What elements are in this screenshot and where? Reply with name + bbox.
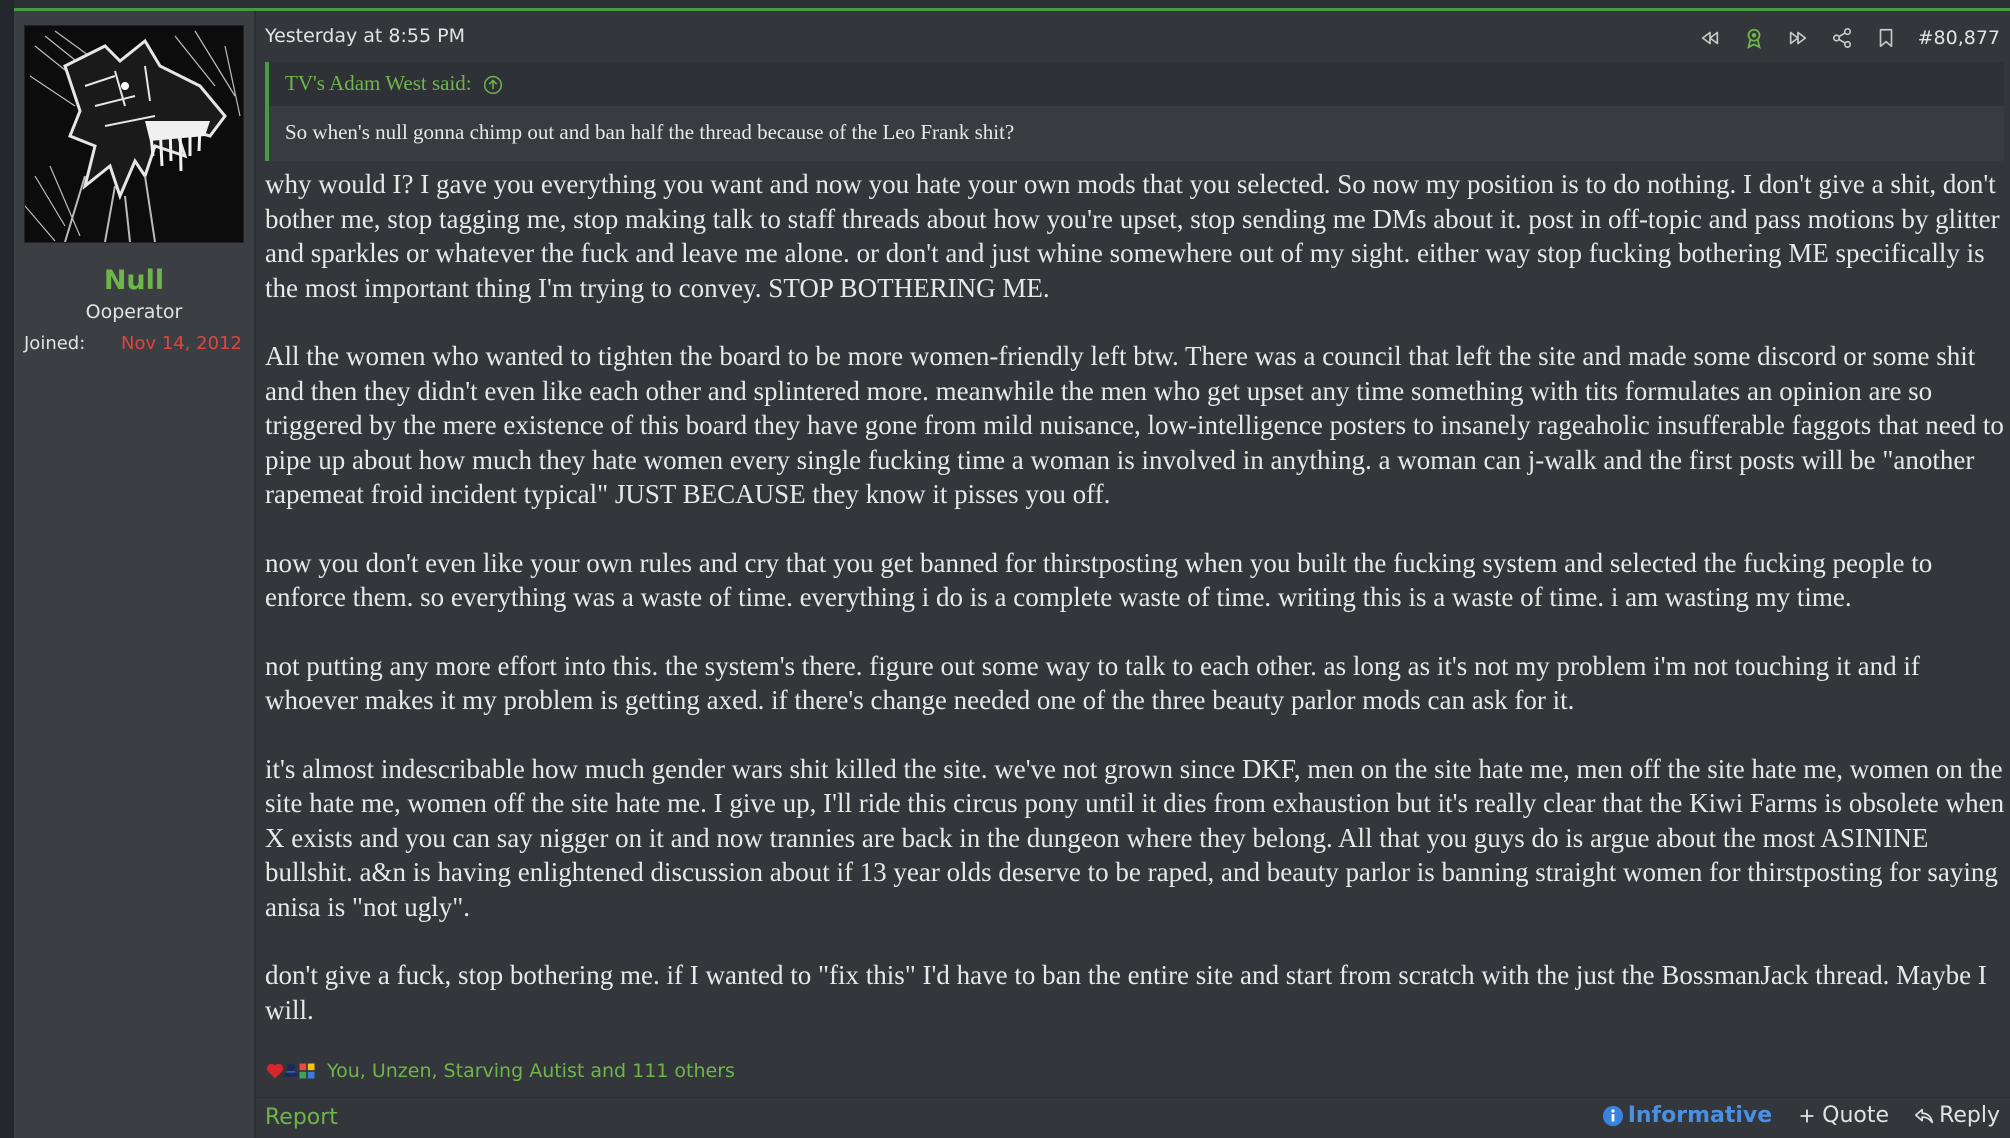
reply-button[interactable]: Reply [1913,1103,2000,1128]
quote-block: TV's Adam West said: So when's null gonn… [265,62,2004,161]
post-actions: Informative Quote Reply [1578,1103,2000,1128]
post-header-actions: #80,877 [1686,25,2000,51]
username[interactable]: Null [14,265,254,296]
reply-icon [1914,1108,1934,1123]
reactions-bar[interactable]: You, Unzen, Starving Autist and 111 othe… [265,1057,735,1085]
post-container: Null Ooperator Joined: Nov 14, 2012 Yest… [14,11,2010,1138]
bookmark-icon[interactable] [1866,25,1906,51]
share-icon[interactable] [1822,25,1862,51]
user-title: Ooperator [85,301,183,323]
post-paragraph: don't give a fuck, stop bothering me. if… [265,960,1987,1025]
post-paragraph: not putting any more effort into this. t… [265,650,1920,716]
post-body: why would I? I gave you everything you w… [265,167,2005,1061]
informative-label: Informative [1627,1103,1773,1128]
quote-author[interactable]: TV's Adam West said: [285,71,472,95]
quote-button[interactable]: Quote [1796,1103,1889,1128]
footer-divider [256,1097,2010,1098]
award-icon[interactable] [1734,25,1774,51]
jump-to-quote-icon[interactable] [483,75,503,95]
post-number-link[interactable]: #80,877 [1918,27,2000,49]
joined-date: Nov 14, 2012 [120,333,242,354]
informative-reaction-button[interactable]: Informative [1602,1103,1772,1128]
reaction-icons [265,1061,315,1081]
quote-text: So when's null gonna chimp out and ban h… [285,120,1015,144]
user-cell: Null Ooperator Joined: Nov 14, 2012 [14,11,256,1138]
puzzle-icon [299,1063,315,1079]
avatar-wolf-image [25,26,243,242]
quote-label: Quote [1822,1103,1890,1128]
fast-forward-icon[interactable] [1778,25,1818,51]
quote-author-line[interactable]: TV's Adam West said: [285,62,1985,104]
plus-icon [1800,1109,1814,1122]
info-icon [1602,1105,1623,1126]
post-paragraph: now you don't even like your own rules a… [265,547,1933,613]
reactions-summary[interactable]: You, Unzen, Starving Autist and 111 othe… [327,1060,735,1082]
quote-content: So when's null gonna chimp out and ban h… [269,106,2004,161]
post-date[interactable]: Yesterday at 8:55 PM [265,25,465,47]
report-link[interactable]: Report [265,1105,338,1130]
post-paragraph: why would I? I gave you everything you w… [265,169,2000,303]
post-paragraph: it's almost indescribable how much gende… [265,753,2005,922]
rewind-icon[interactable] [1690,25,1730,51]
reply-label: Reply [1939,1103,2000,1128]
joined-label: Joined: [24,333,86,354]
post-paragraph: All the women who wanted to tighten the … [265,341,2004,509]
avatar[interactable] [24,25,244,243]
page-left-gutter [0,0,14,1138]
